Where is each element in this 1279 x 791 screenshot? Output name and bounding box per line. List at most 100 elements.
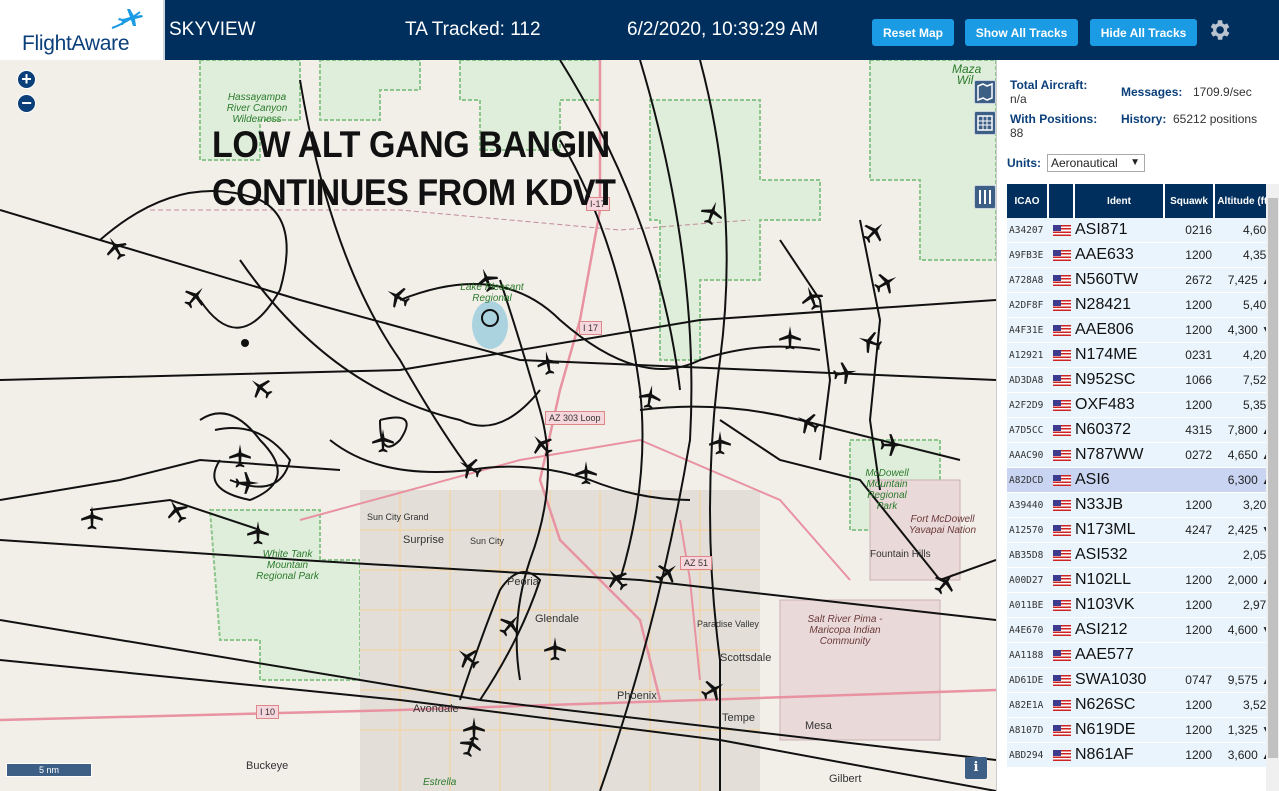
cell-icao: A4F31E bbox=[1009, 324, 1044, 336]
aircraft-icon[interactable] bbox=[879, 432, 905, 458]
cell-icao: A34207 bbox=[1009, 224, 1044, 236]
table-row[interactable]: AD3DA8 N952SC 1066 7,525 bbox=[1007, 368, 1273, 393]
aircraft-table: ICAO Ident Squawk Altitude (ft) A34207 AS… bbox=[1007, 184, 1273, 768]
zoom-out-icon[interactable]: − bbox=[17, 94, 36, 113]
table-row[interactable]: A9FB3E AAE633 1200 4,350 bbox=[1007, 243, 1273, 268]
table-scrollbar[interactable] bbox=[1266, 184, 1279, 791]
cell-flag bbox=[1049, 399, 1075, 411]
col-squawk[interactable]: Squawk bbox=[1165, 184, 1215, 218]
annotation-line-1: LOW ALT GANG BANGIN bbox=[212, 124, 610, 165]
skyview-app: FlightAware SKYVIEW TA Tracked: 112 6/2/… bbox=[0, 0, 1279, 791]
cell-icao: A39440 bbox=[1009, 499, 1044, 511]
grid-icon[interactable] bbox=[974, 111, 996, 135]
place-phoenix: Phoenix bbox=[617, 690, 657, 702]
us-flag-icon bbox=[1053, 524, 1071, 536]
table-row[interactable]: AAAC90 N787WW 0272 4,650 ▲ bbox=[1007, 443, 1273, 468]
cell-flag bbox=[1049, 349, 1075, 361]
units-select[interactable]: Aeronautical ▼ bbox=[1047, 154, 1145, 172]
gear-icon[interactable] bbox=[1206, 17, 1232, 43]
table-row[interactable]: A011BE N103VK 1200 2,975 bbox=[1007, 593, 1273, 618]
aircraft-icon[interactable] bbox=[830, 358, 860, 388]
cell-squawk: 0216 bbox=[1185, 223, 1212, 237]
table-row[interactable]: A8107D N619DE 1200 1,325 ▼ bbox=[1007, 718, 1273, 743]
show-all-tracks-button[interactable]: Show All Tracks bbox=[965, 19, 1078, 46]
us-flag-icon bbox=[1053, 399, 1071, 411]
cell-squawk: 0747 bbox=[1185, 673, 1212, 687]
cell-icao: A82DCD bbox=[1009, 474, 1044, 486]
table-row[interactable]: A12921 N174ME 0231 4,200 bbox=[1007, 343, 1273, 368]
aircraft-icon[interactable] bbox=[542, 636, 568, 662]
aircraft-icon[interactable] bbox=[245, 520, 271, 546]
aircraft-icon[interactable] bbox=[79, 505, 105, 531]
us-flag-icon bbox=[1053, 724, 1071, 736]
table-row[interactable]: A00D27 N102LL 1200 2,000 ▲ bbox=[1007, 568, 1273, 593]
aircraft-icon[interactable] bbox=[635, 382, 665, 412]
table-row[interactable]: A82E1A N626SC 1200 3,525 bbox=[1007, 693, 1273, 718]
aircraft-icon[interactable] bbox=[777, 325, 803, 351]
table-row[interactable]: A34207 ASI871 0216 4,600 bbox=[1007, 218, 1273, 243]
cell-ident: AAE577 bbox=[1075, 646, 1134, 663]
table-row[interactable]: AA1188 AAE577 bbox=[1007, 643, 1273, 668]
table-row[interactable]: AD61DE SWA1030 0747 9,575 ▲ bbox=[1007, 668, 1273, 693]
cell-altitude: 4,650 ▲ bbox=[1227, 448, 1273, 462]
aircraft-icon[interactable] bbox=[370, 428, 396, 454]
table-row[interactable]: A2DF8F N28421 1200 5,400 bbox=[1007, 293, 1273, 318]
cell-ident: N28421 bbox=[1075, 296, 1132, 313]
table-row[interactable]: A2F2D9 OXF483 1200 5,350 bbox=[1007, 393, 1273, 418]
cell-flag bbox=[1049, 749, 1075, 761]
cell-altitude: 7,525 bbox=[1242, 373, 1273, 387]
cell-flag bbox=[1049, 549, 1075, 561]
messages-value: 1709.9/sec bbox=[1193, 85, 1252, 99]
col-flag[interactable] bbox=[1049, 184, 1075, 218]
table-row[interactable]: ABD294 N861AF 1200 3,600 ▲ bbox=[1007, 743, 1273, 768]
zoom-in-icon[interactable]: + bbox=[17, 70, 36, 89]
cell-ident: N173ML bbox=[1075, 521, 1136, 538]
cell-squawk: 1200 bbox=[1185, 748, 1212, 762]
cell-flag bbox=[1049, 474, 1075, 486]
hwy-az51: AZ 51 bbox=[680, 556, 713, 570]
table-row[interactable]: A39440 N33JB 1200 3,200 bbox=[1007, 493, 1273, 518]
reset-map-button[interactable]: Reset Map bbox=[872, 19, 954, 46]
aircraft-icon[interactable] bbox=[533, 348, 563, 378]
table-row[interactable]: AB35D8 ASI532 2,050 bbox=[1007, 543, 1273, 568]
aircraft-icon[interactable] bbox=[234, 470, 260, 496]
table-row[interactable]: A82DCD ASI6 6,300 ▲ bbox=[1007, 468, 1273, 493]
col-altitude[interactable]: Altitude (ft) bbox=[1215, 184, 1273, 218]
table-row[interactable]: A728A8 N560TW 2672 7,425 ▲ bbox=[1007, 268, 1273, 293]
table-row[interactable]: A7D5CC N60372 4315 7,800 ▲ bbox=[1007, 418, 1273, 443]
hide-all-tracks-button[interactable]: Hide All Tracks bbox=[1090, 19, 1197, 46]
cell-flag bbox=[1049, 699, 1075, 711]
aircraft-icon[interactable] bbox=[227, 443, 253, 469]
us-flag-icon bbox=[1053, 449, 1071, 461]
info-icon[interactable]: i bbox=[965, 757, 987, 779]
col-ident[interactable]: Ident bbox=[1075, 184, 1165, 218]
cell-altitude: 1,325 ▼ bbox=[1227, 723, 1273, 737]
scrollbar-thumb[interactable] bbox=[1268, 198, 1278, 758]
cell-squawk: 4315 bbox=[1185, 423, 1212, 437]
cell-icao: AB35D8 bbox=[1009, 549, 1044, 561]
cell-altitude: 3,600 ▲ bbox=[1227, 748, 1273, 762]
place-fountain-hills: Fountain Hills bbox=[870, 549, 931, 560]
col-icao[interactable]: ICAO bbox=[1007, 184, 1049, 218]
cell-altitude: 7,800 ▲ bbox=[1227, 423, 1273, 437]
flightaware-logo[interactable]: FlightAware bbox=[0, 0, 165, 60]
cell-ident: AAE633 bbox=[1075, 246, 1134, 263]
park-lake-pleasant: Lake Pleasant Regional bbox=[460, 282, 524, 304]
table-row[interactable]: A12570 N173ML 4247 2,425 ▼ bbox=[1007, 518, 1273, 543]
plane-logo-icon bbox=[111, 9, 143, 29]
map-canvas[interactable]: Surprise Sun City Sun City Grand Peoria … bbox=[0, 60, 996, 791]
cell-squawk: 1200 bbox=[1185, 723, 1212, 737]
aircraft-icon[interactable] bbox=[573, 460, 599, 486]
scale-bar: 5 nm bbox=[6, 763, 92, 777]
top-header: FlightAware SKYVIEW TA Tracked: 112 6/2/… bbox=[0, 0, 1279, 60]
place-tempe: Tempe bbox=[722, 712, 756, 724]
table-row[interactable]: A4F31E AAE806 1200 4,300 ▼ bbox=[1007, 318, 1273, 343]
aircraft-icon[interactable] bbox=[707, 430, 733, 456]
map-layer-icon[interactable] bbox=[974, 80, 996, 104]
columns-icon[interactable] bbox=[974, 185, 996, 209]
place-sun-city: Sun City bbox=[470, 536, 505, 546]
messages-label: Messages: bbox=[1121, 85, 1183, 99]
table-row[interactable]: A4E670 ASI212 1200 4,600 ▼ bbox=[1007, 618, 1273, 643]
cell-squawk: 2672 bbox=[1185, 273, 1212, 287]
cell-icao: AA1188 bbox=[1009, 649, 1044, 661]
